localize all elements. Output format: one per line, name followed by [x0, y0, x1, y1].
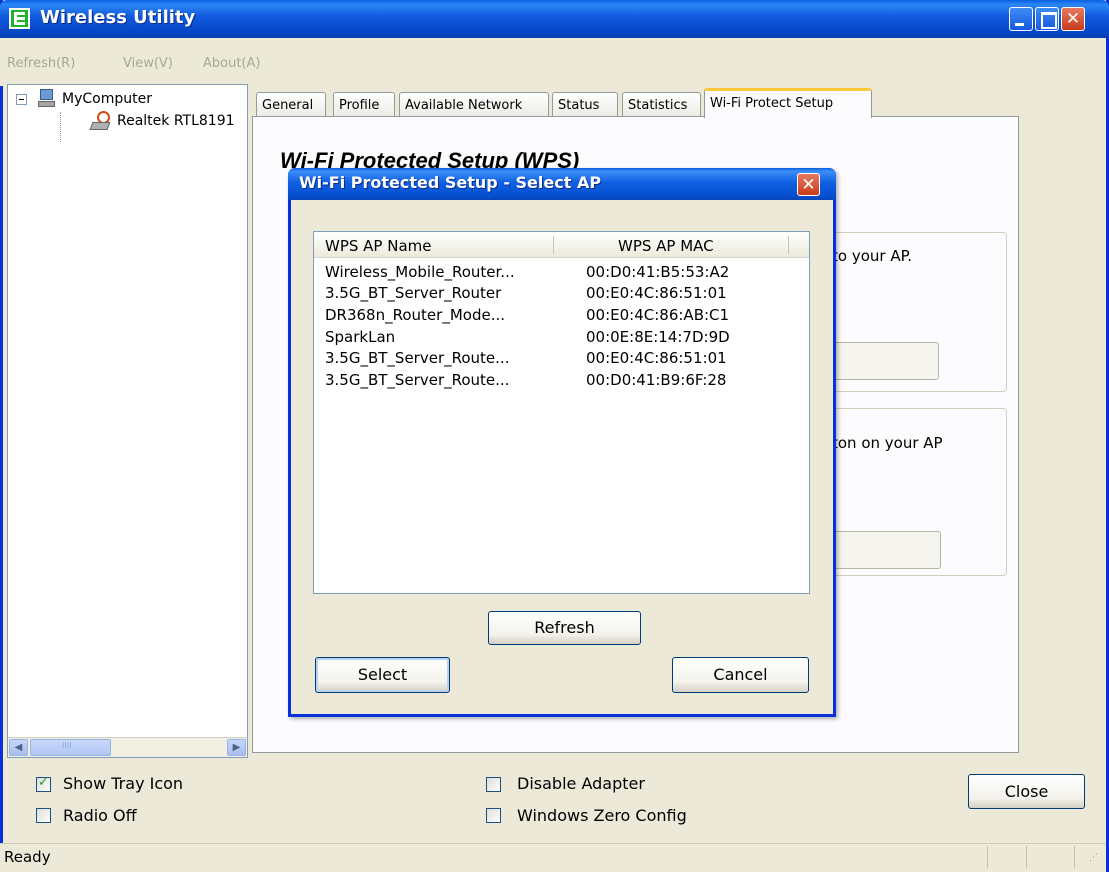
- tree-connector: [60, 112, 61, 142]
- ap-row[interactable]: 3.5G_BT_Server_Route... 00:D0:41:B9:6F:2…: [314, 371, 809, 391]
- tab-general[interactable]: General: [256, 92, 326, 116]
- status-cell: [1074, 846, 1075, 868]
- ap-row[interactable]: DR368n_Router_Mode... 00:E0:4C:86:AB:C1: [314, 306, 809, 326]
- windows-zero-config-checkbox[interactable]: [486, 808, 501, 823]
- tab-status[interactable]: Status: [552, 92, 618, 116]
- minimize-button[interactable]: [1009, 7, 1033, 31]
- disable-adapter-label: Disable Adapter: [517, 774, 645, 793]
- ap-name: 3.5G_BT_Server_Route...: [325, 371, 510, 389]
- app-icon: [9, 8, 30, 29]
- show-tray-icon-checkbox[interactable]: [36, 775, 51, 792]
- tab-statistics[interactable]: Statistics: [622, 92, 701, 116]
- pbc-method-button[interactable]: [832, 531, 941, 569]
- computer-icon: [38, 89, 56, 109]
- tree-horizontal-scrollbar[interactable]: ◀ ▶: [7, 737, 248, 758]
- ap-name: Wireless_Mobile_Router...: [325, 263, 515, 281]
- pbc-instruction-text: ton on your AP: [832, 434, 943, 452]
- menu-view[interactable]: View(V): [123, 56, 173, 71]
- dialog-title: Wi-Fi Protected Setup - Select AP: [299, 173, 602, 192]
- tab-wifi-protect-setup[interactable]: Wi-Fi Protect Setup: [704, 88, 872, 118]
- ap-name: DR368n_Router_Mode...: [325, 306, 505, 324]
- show-tray-icon-label: Show Tray Icon: [63, 774, 184, 793]
- column-header-mac[interactable]: WPS AP MAC: [618, 237, 714, 255]
- ap-mac: 00:D0:41:B9:6F:28: [586, 371, 727, 389]
- ap-row[interactable]: 3.5G_BT_Server_Router 00:E0:4C:86:51:01: [314, 284, 809, 304]
- close-button[interactable]: Close: [968, 774, 1085, 809]
- disable-adapter-checkbox[interactable]: [486, 777, 501, 792]
- ap-mac: 00:0E:8E:14:7D:9D: [586, 328, 730, 346]
- select-ap-dialog: Wi-Fi Protected Setup - Select AP ✕ WPS …: [288, 168, 836, 717]
- collapse-icon[interactable]: [16, 94, 27, 105]
- status-text: Ready: [4, 848, 51, 866]
- select-button[interactable]: Select: [315, 657, 450, 693]
- windows-zero-config-label: Windows Zero Config: [517, 806, 687, 825]
- wireless-adapter-icon: [89, 111, 113, 133]
- close-window-button[interactable]: ✕: [1061, 7, 1085, 31]
- device-tree[interactable]: MyComputer Realtek RTL8191: [7, 84, 248, 758]
- window-title: Wireless Utility: [40, 7, 196, 28]
- dialog-close-button[interactable]: ✕: [797, 173, 820, 196]
- tab-profile[interactable]: Profile: [333, 92, 395, 116]
- column-separator[interactable]: [788, 236, 789, 254]
- ap-mac: 00:E0:4C:86:51:01: [586, 284, 727, 302]
- ap-name: 3.5G_BT_Server_Router: [325, 284, 502, 302]
- ap-mac: 00:E0:4C:86:51:01: [586, 349, 727, 367]
- radio-off-label: Radio Off: [63, 806, 137, 825]
- status-cell: [1026, 846, 1027, 868]
- pin-instruction-text: to your AP.: [832, 247, 913, 265]
- scroll-thumb[interactable]: [30, 739, 111, 756]
- ap-mac: 00:D0:41:B5:53:A2: [586, 263, 730, 281]
- radio-off-checkbox[interactable]: [36, 808, 51, 823]
- ap-mac: 00:E0:4C:86:AB:C1: [586, 306, 730, 324]
- ap-list[interactable]: WPS AP Name WPS AP MAC Wireless_Mobile_R…: [313, 231, 810, 594]
- title-bar[interactable]: Wireless Utility ✕: [0, 0, 1109, 38]
- menu-about[interactable]: About(A): [203, 56, 260, 71]
- ap-row[interactable]: Wireless_Mobile_Router... 00:D0:41:B5:53…: [314, 263, 809, 283]
- column-header-name[interactable]: WPS AP Name: [325, 237, 432, 255]
- close-icon: ✕: [801, 175, 816, 195]
- resize-grip-icon[interactable]: ⋰: [1089, 853, 1101, 865]
- maximize-button[interactable]: [1035, 7, 1059, 31]
- scroll-left-icon[interactable]: ◀: [9, 739, 28, 756]
- tab-available-network[interactable]: Available Network: [399, 92, 549, 116]
- ap-name: 3.5G_BT_Server_Route...: [325, 349, 510, 367]
- scroll-right-icon[interactable]: ▶: [227, 739, 246, 756]
- ap-row[interactable]: SparkLan 00:0E:8E:14:7D:9D: [314, 328, 809, 348]
- ap-row[interactable]: 3.5G_BT_Server_Route... 00:E0:4C:86:51:0…: [314, 349, 809, 369]
- ap-name: SparkLan: [325, 328, 396, 346]
- close-icon: ✕: [1065, 9, 1081, 29]
- menu-refresh[interactable]: Refresh(R): [7, 56, 75, 71]
- tree-item-adapter[interactable]: Realtek RTL8191: [117, 113, 235, 129]
- column-separator[interactable]: [553, 236, 554, 254]
- cancel-button[interactable]: Cancel: [672, 657, 809, 693]
- status-bar: [0, 843, 1106, 872]
- refresh-button[interactable]: Refresh: [488, 611, 641, 645]
- status-cell: [987, 846, 988, 868]
- pin-method-button[interactable]: [832, 342, 939, 380]
- tree-item-mycomputer[interactable]: MyComputer: [62, 91, 152, 107]
- dialog-title-bar[interactable]: Wi-Fi Protected Setup - Select AP ✕: [288, 168, 836, 200]
- ap-list-header: WPS AP Name WPS AP MAC: [314, 232, 809, 258]
